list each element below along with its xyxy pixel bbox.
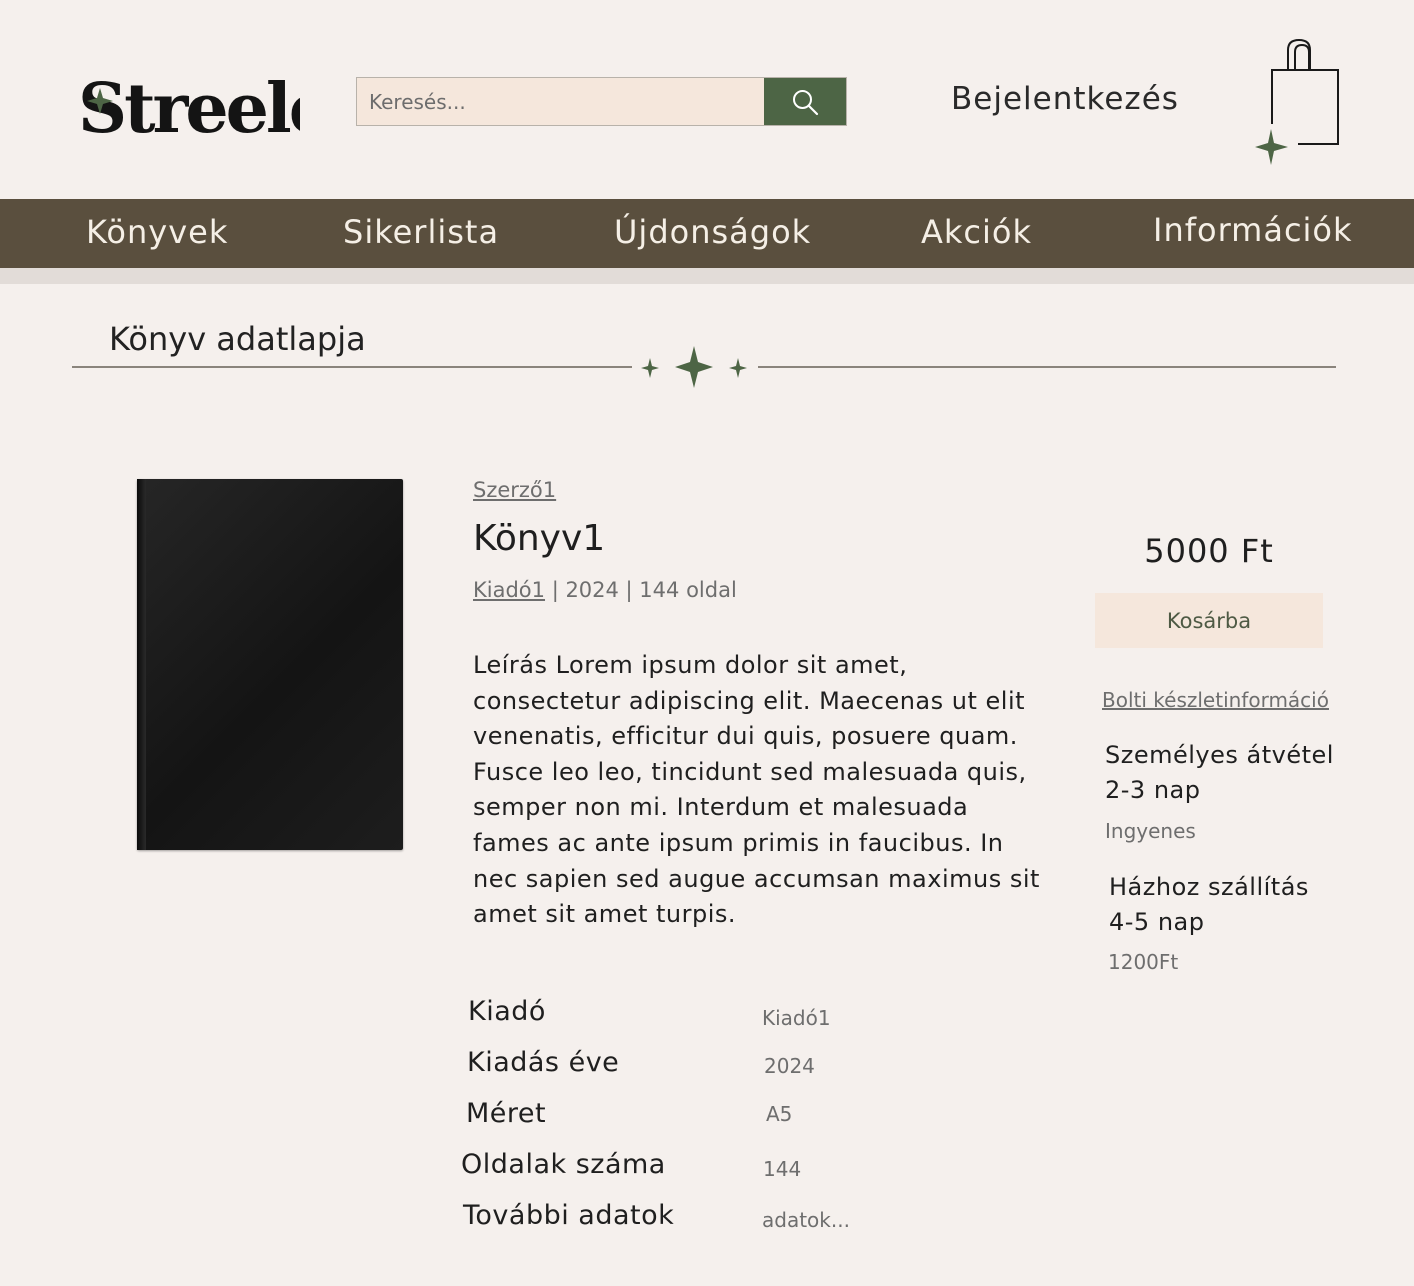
add-to-cart-button[interactable]: Kosárba <box>1095 593 1323 648</box>
stock-info-link[interactable]: Bolti készletinformáció <box>1102 688 1329 712</box>
book-meta: Kiadó1 | 2024 | 144 oldal <box>473 578 737 602</box>
detail-value-publisher: Kiadó1 <box>762 1006 831 1030</box>
detail-label-year: Kiadás éve <box>467 1047 620 1078</box>
detail-value-more: adatok... <box>762 1208 850 1232</box>
detail-label-pages: Oldalak száma <box>461 1149 666 1180</box>
cart-button[interactable] <box>1252 36 1344 170</box>
divider-line-right <box>758 366 1336 368</box>
book-meta-details: | 2024 | 144 oldal <box>545 578 737 602</box>
shipping-option-pickup-time: 2-3 nap <box>1105 776 1201 804</box>
divider-line-left <box>72 366 632 368</box>
detail-value-year: 2024 <box>764 1054 815 1078</box>
book-spine <box>137 479 146 850</box>
detail-value-size: A5 <box>766 1102 793 1126</box>
shipping-option-delivery-price: 1200Ft <box>1108 950 1179 974</box>
price: 5000 Ft <box>1144 532 1274 570</box>
shipping-option-pickup-title: Személyes átvétel <box>1105 741 1334 769</box>
sparkle-icon <box>641 346 747 388</box>
login-link[interactable]: Bejelentkezés <box>951 81 1179 117</box>
logo-text: Streeler <box>78 69 300 148</box>
nav-item-new-releases[interactable]: Újdonságok <box>614 213 811 251</box>
main-nav: Könyvek Sikerlista Újdonságok Akciók Inf… <box>0 199 1414 268</box>
shipping-option-delivery-time: 4-5 nap <box>1109 908 1205 936</box>
detail-value-pages: 144 <box>763 1157 802 1181</box>
nav-item-books[interactable]: Könyvek <box>86 213 228 251</box>
shipping-option-pickup-price: Ingyenes <box>1105 819 1196 843</box>
logo[interactable]: Streeler <box>74 58 369 149</box>
detail-label-publisher: Kiadó <box>468 996 546 1027</box>
sparkle-icon <box>1255 129 1288 165</box>
book-cover-image <box>137 479 403 850</box>
shopping-bag-icon <box>1255 38 1339 165</box>
search-input[interactable] <box>357 78 764 125</box>
shipping-option-delivery-title: Házhoz szállítás <box>1109 873 1309 901</box>
book-title: Könyv1 <box>473 518 606 559</box>
author-link[interactable]: Szerző1 <box>473 478 556 502</box>
logo-wordmark: Streeler <box>78 69 369 149</box>
publisher-link[interactable]: Kiadó1 <box>473 578 545 602</box>
search-button[interactable] <box>764 78 846 125</box>
page-title: Könyv adatlapja <box>109 320 366 358</box>
divider-sparkles <box>636 342 754 392</box>
search-icon <box>793 89 819 115</box>
nav-item-bestsellers[interactable]: Sikerlista <box>343 213 499 251</box>
book-description: Leírás Lorem ipsum dolor sit amet, conse… <box>473 651 1040 929</box>
detail-label-more: További adatok <box>463 1200 675 1231</box>
detail-label-size: Méret <box>466 1098 547 1129</box>
nav-item-information[interactable]: Információk <box>1153 211 1353 249</box>
nav-divider <box>0 268 1414 284</box>
search-bar <box>356 77 847 126</box>
nav-item-sales[interactable]: Akciók <box>921 213 1032 251</box>
